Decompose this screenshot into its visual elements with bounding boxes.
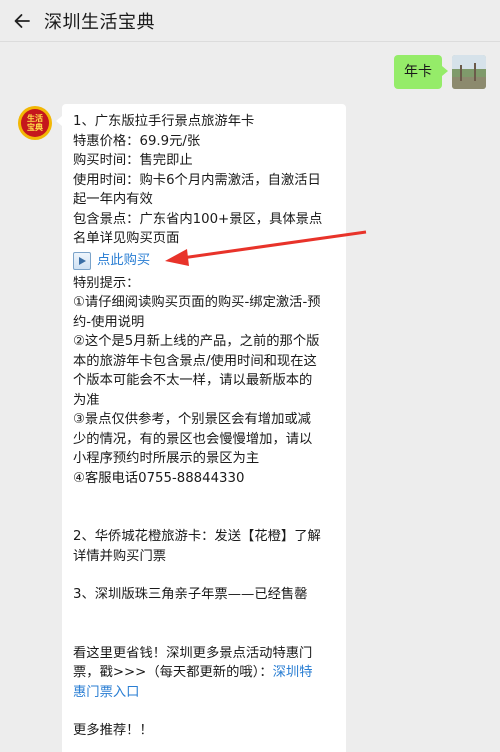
item1-buy-time: 购买时间：售完即止 bbox=[73, 153, 193, 168]
tip2-line4: 为准 bbox=[73, 392, 100, 408]
tip2-line1: ②这个是5月新上线的产品，之前的那个版 bbox=[73, 334, 320, 349]
back-arrow-icon bbox=[14, 13, 30, 28]
tip4-phone: ④客服电话0755-88844330 bbox=[73, 470, 245, 486]
item1-scenic: 包含景点：广东省内100+景区，具体景点 bbox=[73, 211, 323, 227]
item3-line: 3、深圳版珠三角亲子年票——已经售罄 bbox=[73, 587, 308, 602]
bot-message-bubble: 1、广东版拉手行景点旅游年卡 特惠价格：69.9元/张 购买时间：售完即止 使用… bbox=[56, 104, 346, 752]
buy-link-label[interactable]: 点此购买 bbox=[97, 251, 150, 271]
chat-header: 深圳生活宝典 bbox=[0, 0, 500, 42]
tip3-line2: 少的情况，有的景区也会慢慢增加，请以 bbox=[73, 431, 313, 447]
promo-line2: 票，戳>>>（每天都更新的哦）：深圳特 bbox=[73, 663, 336, 683]
item1-use-time: 使用时间：购卡6个月内需激活，自激活日 bbox=[73, 172, 321, 188]
tip1-line1: ①请仔细阅读购买页面的购买-绑定激活-预 bbox=[73, 295, 321, 310]
tip2-line3: 个版本可能会不太一样，请以最新版本的 bbox=[73, 373, 313, 388]
tip1-line2: 约-使用说明 bbox=[73, 314, 145, 330]
item2-line2: 详情并购买门票 bbox=[73, 548, 167, 564]
tips-title: 特别提示： bbox=[73, 275, 140, 291]
more-recommendations: 更多推荐！！ bbox=[73, 723, 153, 738]
tip3-line3: 小程序预约时所展示的景区为主 bbox=[73, 451, 260, 466]
tip2-line2: 本的旅游年卡包含景点/使用时间和现在这 bbox=[73, 353, 317, 369]
item1-price: 特惠价格：69.9元/张 bbox=[73, 133, 201, 149]
play-icon bbox=[73, 252, 91, 270]
bot-avatar-label: 生活 宝典 bbox=[27, 114, 43, 132]
item2-line1: 2、华侨城花橙旅游卡：发送【花橙】了解 bbox=[73, 529, 321, 544]
user-message-bubble[interactable]: 年卡 bbox=[394, 55, 448, 89]
item1-scenic-cont: 名单详见购买页面 bbox=[73, 231, 180, 246]
chat-title: 深圳生活宝典 bbox=[44, 11, 155, 33]
user-message-row: 年卡 bbox=[394, 55, 486, 89]
promo-line1: 看这里更省钱！深圳更多景点活动特惠门 bbox=[73, 645, 313, 661]
promo-line2-text: 票，戳>>>（每天都更新的哦）： bbox=[73, 665, 273, 680]
special-tickets-link[interactable]: 深圳特 bbox=[273, 665, 313, 680]
item1-title: 1、广东版拉手行景点旅游年卡 bbox=[73, 114, 255, 129]
back-button[interactable] bbox=[0, 0, 44, 42]
buy-link[interactable]: 点此购买 bbox=[73, 250, 336, 273]
item1-use-time-cont: 起一年内有效 bbox=[73, 192, 153, 207]
user-avatar[interactable] bbox=[452, 55, 486, 89]
bot-avatar[interactable]: 生活 宝典 bbox=[18, 106, 52, 140]
bot-avatar-logo: 生活 宝典 bbox=[21, 109, 49, 137]
tip3-line1: ③景点仅供参考，个别景区会有增加或减 bbox=[73, 412, 311, 427]
special-tickets-link-cont[interactable]: 惠门票入口 bbox=[73, 683, 336, 703]
user-avatar-image bbox=[452, 55, 486, 89]
